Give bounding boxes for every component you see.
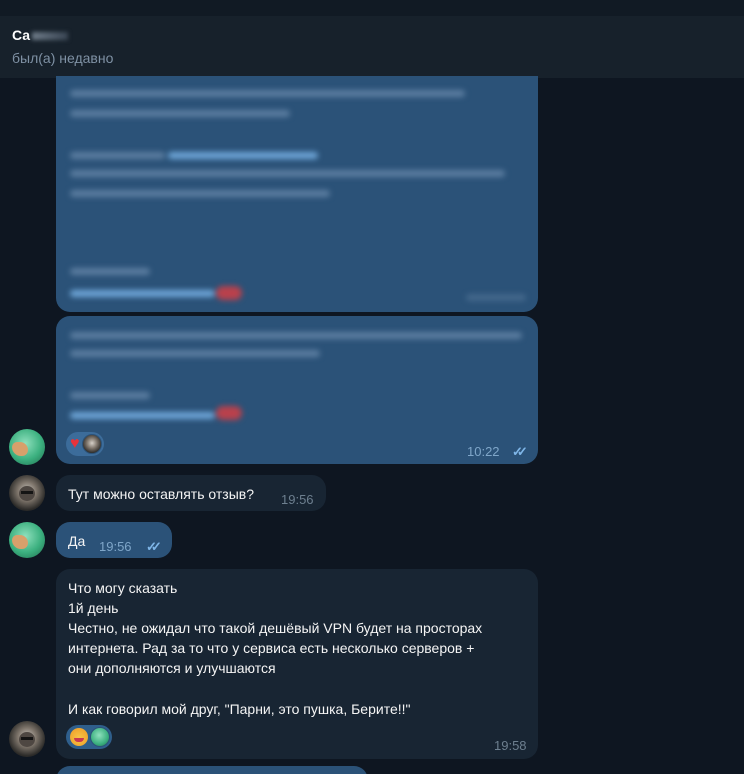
message-bubble-outgoing-partial[interactable] — [56, 766, 368, 774]
read-double-check-icon: ✓✓ — [146, 539, 162, 554]
message-time: 19:56 — [281, 492, 314, 507]
message-bubble-incoming[interactable]: Что могу сказать 1й день Честно, не ожид… — [56, 569, 538, 759]
contact-status: был(а) недавно — [12, 50, 114, 66]
chat-header[interactable]: Са был(а) недавно — [0, 0, 744, 78]
message-line: они дополняются и улучшаются — [68, 660, 276, 676]
message-text: Тут можно оставлять отзыв? — [68, 486, 254, 502]
reactions-bar[interactable]: ♥ — [66, 432, 104, 456]
message-bubble-incoming[interactable]: Тут можно оставлять отзыв? 19:56 — [56, 475, 326, 511]
message-bubble-outgoing[interactable]: Да 19:56 ✓✓ — [56, 522, 172, 558]
read-double-check-icon: ✓✓ — [512, 444, 528, 459]
heart-reaction-icon[interactable]: ♥ — [70, 436, 80, 452]
contact-avatar[interactable] — [9, 475, 45, 511]
reactions-bar[interactable] — [66, 725, 112, 749]
message-line: 1й день — [68, 600, 119, 616]
contact-name[interactable]: Са — [12, 27, 69, 43]
message-text: Да — [68, 533, 86, 549]
message-time: 19:58 — [494, 738, 527, 753]
message-time: 10:22 — [467, 444, 500, 459]
smiling-face-with-hearts-reaction-icon[interactable] — [70, 728, 88, 746]
reactor-avatar — [81, 434, 102, 454]
contact-avatar[interactable] — [9, 721, 45, 757]
my-avatar[interactable] — [9, 522, 45, 558]
my-avatar[interactable] — [9, 429, 45, 465]
message-line: Что могу сказать — [68, 580, 178, 596]
name-redaction — [32, 32, 69, 41]
message-time: 19:56 — [99, 539, 132, 554]
message-line: интернета. Рад за то что у сервиса есть … — [68, 640, 475, 656]
message-bubble-outgoing[interactable] — [56, 76, 538, 312]
blurred-content — [56, 316, 538, 426]
message-line: И как говорил мой друг, "Парни, это пушк… — [68, 701, 411, 717]
reactor-avatar — [90, 727, 110, 747]
message-bubble-outgoing[interactable]: ♥ 10:22 ✓✓ — [56, 316, 538, 464]
blurred-content — [56, 76, 538, 312]
message-line: Честно, не ожидал что такой дешёвый VPN … — [68, 620, 483, 636]
